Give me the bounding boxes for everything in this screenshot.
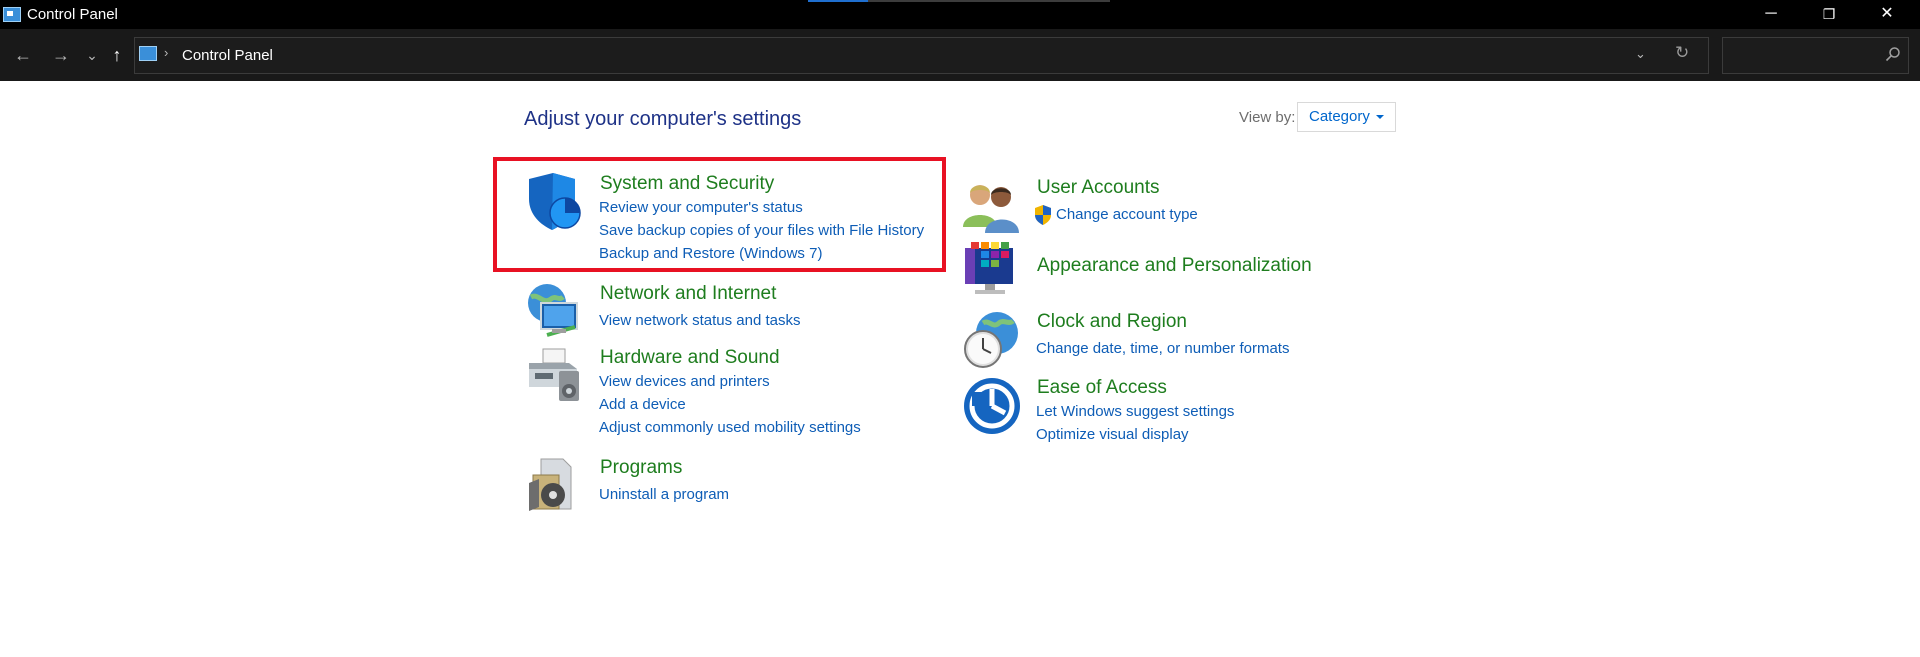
restore-button[interactable]: ❐ [1806, 0, 1852, 29]
hardware-sound-title[interactable]: Hardware and Sound [600, 347, 780, 369]
clock-region-title[interactable]: Clock and Region [1037, 311, 1187, 333]
control-panel-location-icon [139, 46, 157, 61]
backup-restore-link[interactable]: Backup and Restore (Windows 7) [599, 245, 822, 262]
forward-button[interactable]: → [48, 41, 74, 69]
devices-printers-link[interactable]: View devices and printers [599, 373, 770, 390]
appearance-title[interactable]: Appearance and Personalization [1037, 255, 1312, 277]
shield-icon [529, 173, 581, 230]
title-bar-accent-dark [868, 0, 1110, 2]
address-bar[interactable]: › Control Panel ⌄ ↻ [134, 37, 1709, 74]
up-button[interactable]: ↑ [105, 41, 129, 69]
network-status-link[interactable]: View network status and tasks [599, 312, 801, 329]
programs-box-icon [529, 458, 572, 511]
uac-shield-icon [1035, 205, 1051, 225]
address-dropdown-icon[interactable]: ⌄ [1635, 46, 1646, 62]
title-bar-accent [808, 0, 868, 2]
close-button[interactable]: ✕ [1864, 0, 1910, 29]
back-button[interactable]: ← [10, 41, 36, 69]
ease-access-title[interactable]: Ease of Access [1037, 377, 1167, 399]
search-icon[interactable] [1885, 46, 1901, 62]
breadcrumb-chevron-icon[interactable]: › [164, 45, 168, 60]
recent-locations-button[interactable]: ⌄ [84, 41, 100, 69]
refresh-icon[interactable]: ↻ [1675, 43, 1689, 63]
optimize-visual-display-link[interactable]: Optimize visual display [1036, 426, 1189, 443]
network-internet-title[interactable]: Network and Internet [600, 283, 776, 305]
user-accounts-title[interactable]: User Accounts [1037, 177, 1160, 199]
printer-icon [529, 348, 579, 401]
view-by-value: Category [1309, 108, 1370, 125]
windows-suggest-settings-link[interactable]: Let Windows suggest settings [1036, 403, 1234, 420]
control-panel-icon [3, 7, 21, 22]
review-status-link[interactable]: Review your computer's status [599, 199, 803, 216]
change-account-type-link[interactable]: Change account type [1056, 206, 1198, 223]
page-title: Adjust your computer's settings [524, 108, 802, 130]
date-time-formats-link[interactable]: Change date, time, or number formats [1036, 340, 1289, 357]
search-input[interactable] [1729, 44, 1879, 66]
network-globe-icon [528, 284, 578, 337]
clock-globe-icon [964, 312, 1018, 368]
users-icon [963, 185, 1019, 233]
window-title: Control Panel [27, 6, 118, 23]
uninstall-program-link[interactable]: Uninstall a program [599, 486, 729, 503]
mobility-settings-link[interactable]: Adjust commonly used mobility settings [599, 419, 861, 436]
caret-down-icon [1375, 115, 1384, 120]
file-history-link[interactable]: Save backup copies of your files with Fi… [599, 222, 924, 239]
search-box[interactable] [1722, 37, 1909, 74]
view-by-dropdown[interactable]: Category [1297, 102, 1396, 132]
ease-of-access-icon [964, 378, 1020, 434]
navigation-bar: ← → ⌄ ↑ › Control Panel ⌄ ↻ [0, 29, 1920, 81]
system-security-title[interactable]: System and Security [600, 173, 774, 195]
add-device-link[interactable]: Add a device [599, 396, 686, 413]
view-by-label: View by: [1239, 109, 1296, 126]
programs-title[interactable]: Programs [600, 457, 682, 479]
appearance-monitor-icon [965, 242, 1013, 294]
title-bar: Control Panel ─ ❐ ✕ [0, 0, 1920, 29]
breadcrumb-control-panel[interactable]: Control Panel [182, 47, 273, 64]
minimize-button[interactable]: ─ [1748, 0, 1794, 29]
